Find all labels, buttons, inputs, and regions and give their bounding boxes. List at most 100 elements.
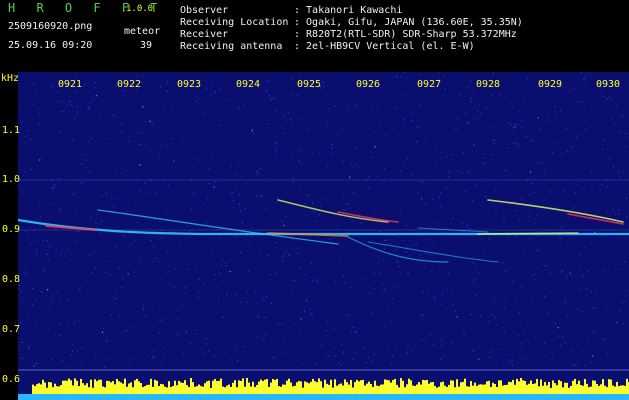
noise-speck [51, 188, 54, 190]
noise-speck [614, 123, 616, 125]
noise-speck [261, 194, 263, 196]
noise-speck [511, 94, 513, 96]
noise-speck [615, 183, 617, 185]
noise-speck [432, 198, 434, 200]
noise-speck [434, 327, 436, 329]
noise-speck [221, 259, 223, 261]
noise-speck [35, 248, 38, 250]
noise-speck [18, 288, 20, 290]
noise-speck [270, 302, 273, 304]
noise-speck [399, 289, 401, 292]
noise-speck [18, 344, 20, 346]
noise-speck [63, 111, 65, 113]
noise-speck [200, 207, 202, 209]
noise-speck [109, 274, 111, 276]
noise-speck [230, 192, 232, 194]
noise-speck [312, 316, 314, 318]
noise-speck [386, 106, 388, 108]
noise-speck [337, 362, 339, 364]
noise-speck [272, 357, 275, 359]
noise-speck [492, 140, 494, 142]
noise-speck [193, 192, 195, 194]
noise-speck [297, 252, 299, 254]
noise-speck [415, 242, 417, 244]
noise-speck [293, 299, 295, 301]
noise-speck [446, 155, 448, 158]
noise-speck [259, 252, 261, 255]
noise-speck [533, 255, 535, 257]
noise-speck [59, 211, 61, 213]
noise-speck [83, 181, 85, 184]
noise-speck [556, 205, 558, 208]
noise-speck [421, 338, 423, 340]
noise-speck [151, 122, 153, 124]
noise-speck [263, 337, 265, 339]
noise-speck [126, 204, 128, 206]
noise-speck [159, 306, 161, 308]
noise-speck [26, 316, 28, 318]
noise-speck [149, 120, 151, 122]
level-bar [40, 384, 42, 394]
noise-speck [587, 270, 589, 272]
level-bar [182, 383, 184, 394]
noise-speck [470, 101, 472, 103]
noise-speck [261, 355, 263, 357]
noise-speck [239, 205, 241, 207]
noise-speck [399, 170, 402, 172]
noise-speck [32, 304, 34, 306]
noise-speck [536, 266, 538, 269]
noise-speck [132, 358, 135, 360]
noise-speck [171, 108, 173, 110]
noise-speck [44, 187, 46, 189]
level-bar [606, 387, 608, 394]
noise-speck [234, 174, 236, 176]
noise-speck [230, 165, 233, 167]
noise-speck [536, 214, 538, 216]
noise-speck [332, 247, 334, 249]
noise-speck [447, 272, 449, 274]
noise-speck [164, 185, 166, 187]
noise-speck [84, 153, 86, 155]
noise-speck [316, 281, 318, 283]
noise-speck [508, 212, 510, 214]
noise-speck [511, 364, 513, 366]
noise-speck [604, 269, 606, 271]
noise-speck [366, 119, 369, 121]
level-bar [294, 385, 296, 394]
noise-speck [452, 217, 454, 219]
level-bar [262, 381, 264, 394]
noise-speck [120, 123, 123, 126]
noise-speck [441, 151, 443, 153]
noise-speck [334, 147, 336, 149]
level-bar [486, 381, 488, 394]
noise-speck [65, 366, 67, 368]
level-bar [624, 385, 626, 394]
noise-speck [174, 267, 176, 269]
noise-speck [484, 162, 487, 164]
noise-speck [502, 362, 504, 364]
noise-speck [251, 129, 253, 131]
noise-speck [30, 138, 32, 141]
level-bar [148, 384, 150, 394]
noise-speck [277, 282, 279, 284]
noise-speck [40, 319, 42, 321]
noise-speck [328, 108, 330, 110]
noise-speck [465, 338, 467, 340]
noise-speck [118, 315, 120, 317]
info-key-location: Receiving Location [180, 17, 289, 28]
noise-speck [282, 260, 284, 262]
noise-speck [55, 183, 57, 185]
noise-speck [78, 230, 80, 232]
noise-speck [518, 220, 520, 222]
noise-speck [517, 143, 519, 145]
level-bar [504, 385, 506, 394]
noise-speck [361, 222, 363, 224]
noise-speck [558, 335, 560, 337]
level-bar [604, 385, 606, 394]
level-bar [430, 382, 432, 394]
noise-speck [457, 170, 460, 172]
noise-speck [342, 351, 345, 353]
noise-speck [314, 320, 316, 322]
noise-speck [90, 108, 92, 110]
noise-speck [298, 186, 301, 188]
